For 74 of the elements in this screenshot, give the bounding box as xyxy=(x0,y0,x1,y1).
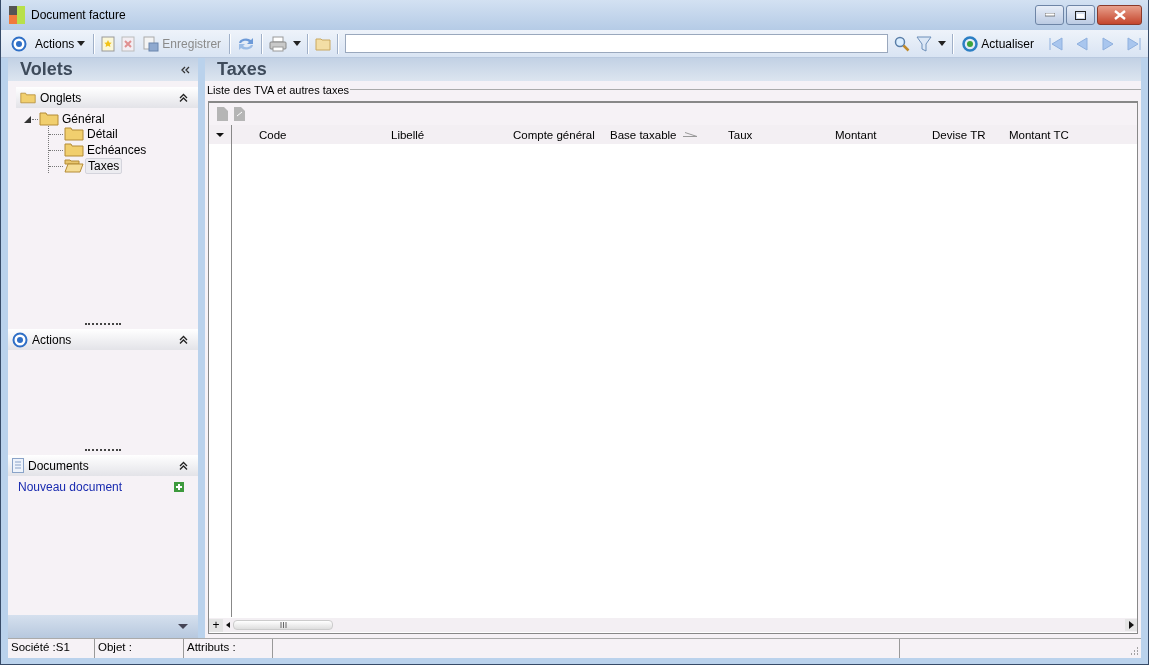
content-title: Taxes xyxy=(217,59,267,80)
close-button[interactable] xyxy=(1097,5,1142,25)
tree-item[interactable]: Détail xyxy=(85,127,120,141)
document-icon xyxy=(12,458,24,473)
close-icon xyxy=(1113,10,1126,20)
caret-icon[interactable] xyxy=(938,41,947,46)
actions-menu-button[interactable]: Actions xyxy=(33,36,88,51)
column-header[interactable]: Devise TR xyxy=(932,128,986,141)
search-field[interactable] xyxy=(345,34,889,53)
grip-icon xyxy=(279,622,287,628)
folder-icon xyxy=(20,90,36,105)
status-text: Société :S1 xyxy=(11,641,70,653)
window-title: Document facture xyxy=(31,8,127,22)
filter-icon[interactable] xyxy=(916,35,933,52)
sort-icon xyxy=(682,132,697,137)
expander-icon[interactable] xyxy=(24,115,31,123)
last-record-icon[interactable] xyxy=(1126,35,1142,52)
column-header[interactable]: Montant xyxy=(835,128,877,141)
caret-icon[interactable] xyxy=(216,132,224,137)
previous-record-icon[interactable] xyxy=(1074,35,1090,52)
column-header[interactable]: Montant TC xyxy=(1009,128,1069,141)
tree-item[interactable]: Général xyxy=(60,112,107,126)
panel-title: Documents xyxy=(28,458,90,473)
open-folder-icon xyxy=(64,159,84,173)
collapse-icon[interactable] xyxy=(179,335,188,344)
sync-icon[interactable] xyxy=(237,35,256,52)
scroll-right-icon[interactable] xyxy=(1125,619,1137,631)
tree-item[interactable]: Taxes xyxy=(85,158,123,174)
column-header[interactable]: Base taxable xyxy=(610,128,677,141)
refresh-button[interactable]: Actualiser xyxy=(960,35,1036,52)
column-header[interactable]: Libellé xyxy=(391,128,425,141)
resize-grip-icon[interactable] xyxy=(1130,647,1139,656)
panel-header[interactable]: Documents xyxy=(8,455,198,476)
collapse-icon[interactable] xyxy=(179,93,188,102)
add-row-button[interactable]: + xyxy=(209,618,223,632)
panel-title: Actions xyxy=(32,332,73,347)
maximize-button[interactable] xyxy=(1066,5,1095,25)
panel-title: Onglets xyxy=(40,90,83,105)
horizontal-scrollbar[interactable]: + xyxy=(209,617,1137,632)
sidebar-title: Volets xyxy=(20,59,74,80)
group-label: Liste des TVA et autres taxes xyxy=(207,83,350,96)
column-header[interactable]: Compte général xyxy=(513,128,595,141)
document-icon[interactable] xyxy=(234,107,245,121)
maximize-icon xyxy=(1075,10,1086,20)
document-icon[interactable] xyxy=(217,107,228,121)
caret-icon[interactable] xyxy=(293,41,302,46)
panel-header[interactable]: Onglets xyxy=(16,87,198,108)
folder-icon xyxy=(64,143,84,157)
save-icon xyxy=(143,35,160,52)
add-icon[interactable] xyxy=(174,482,184,492)
refresh-icon xyxy=(962,35,979,52)
scroll-thumb[interactable] xyxy=(233,620,333,630)
target-icon[interactable] xyxy=(11,35,27,52)
app-logo-icon xyxy=(9,6,25,24)
delete-document-icon[interactable] xyxy=(121,35,136,52)
folder-icon xyxy=(39,112,59,126)
caret-icon xyxy=(77,41,86,46)
collapse-icon[interactable] xyxy=(179,461,188,470)
panel-header[interactable]: Actions xyxy=(8,329,198,350)
new-document-link[interactable]: Nouveau document xyxy=(18,480,123,494)
next-record-icon[interactable] xyxy=(1100,35,1116,52)
printer-icon[interactable] xyxy=(269,35,288,52)
target-icon xyxy=(12,331,28,348)
caret-icon[interactable] xyxy=(178,624,188,629)
tree-item[interactable]: Echéances xyxy=(85,143,149,157)
first-record-icon[interactable] xyxy=(1048,35,1064,52)
collapse-sidebar-icon[interactable] xyxy=(180,65,190,74)
status-text: Objet : xyxy=(98,641,132,653)
minimize-icon xyxy=(1044,13,1055,17)
status-text: Attributs : xyxy=(187,641,236,653)
column-header[interactable]: Taux xyxy=(728,128,753,141)
column-header[interactable]: Code xyxy=(259,128,287,141)
folder-icon xyxy=(64,127,84,141)
search-icon[interactable] xyxy=(894,35,911,52)
